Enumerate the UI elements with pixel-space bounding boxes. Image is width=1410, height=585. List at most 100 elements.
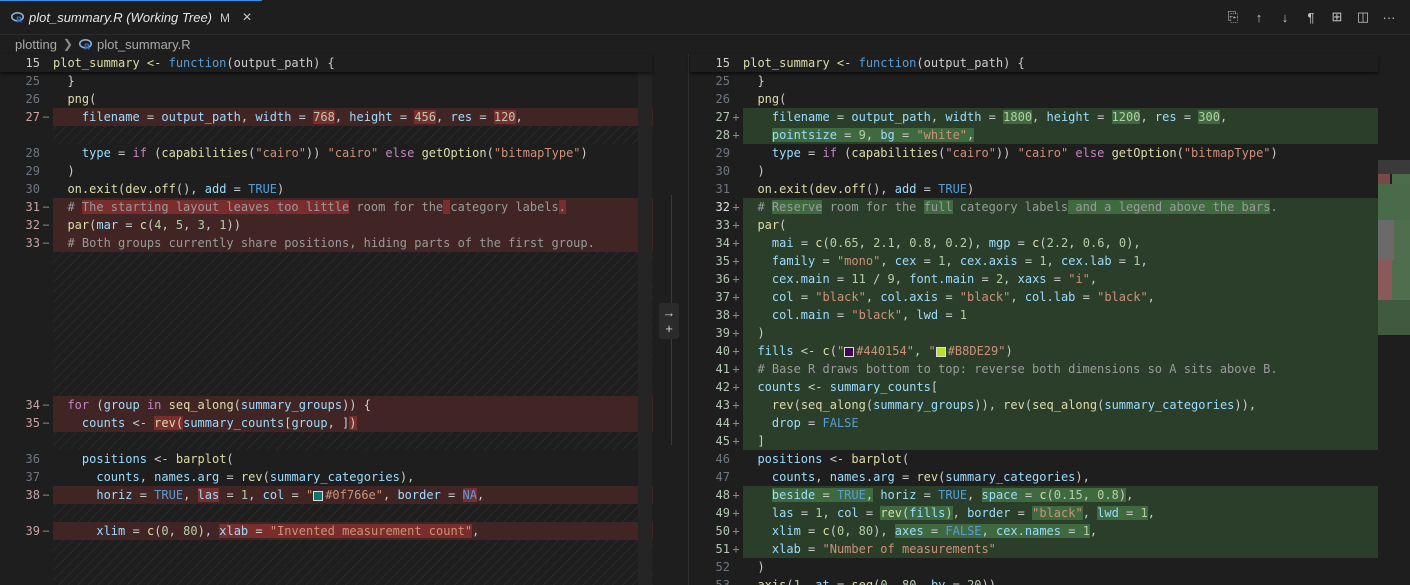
code-line[interactable]: 38− horiz = TRUE, las = 1, col = " #0f766… xyxy=(0,486,660,504)
code-line[interactable]: 32 + # Reserve room for the full category… xyxy=(690,198,1410,216)
code-line[interactable]: 28 + pointsize = 9, bg = "white", xyxy=(690,126,1410,144)
code-line[interactable]: 49 + las = 1, col = rev(fills), border = … xyxy=(690,504,1410,522)
code-line[interactable]: 43 + rev(seq_along(summary_groups)), rev(… xyxy=(690,396,1410,414)
code-text[interactable]: on.exit(dev.off(), add = TRUE) xyxy=(743,180,1378,198)
code-line[interactable]: 31 on.exit(dev.off(), add = TRUE) xyxy=(690,180,1410,198)
code-text[interactable]: # The starting layout leaves too little … xyxy=(53,198,653,216)
code-line[interactable]: 44 + drop = FALSE xyxy=(690,414,1410,432)
code-line[interactable]: 34− for (group in seq_along(summary_grou… xyxy=(0,396,660,414)
code-line[interactable]: 48 + beside = TRUE, horiz = TRUE, space =… xyxy=(690,486,1410,504)
code-text[interactable]: family = "mono", cex = 1, cex.axis = 1, … xyxy=(743,252,1378,270)
code-text[interactable]: } xyxy=(53,72,653,90)
code-line[interactable]: 33 + par( xyxy=(690,216,1410,234)
code-text[interactable]: axis(1, at = seq(0, 80, by = 20)) xyxy=(743,576,1378,585)
code-text[interactable]: counts, names.arg = rev(summary_categori… xyxy=(53,468,653,486)
code-text[interactable]: xlab = "Number of measurements" xyxy=(743,540,1378,558)
code-text[interactable]: type = if (capabilities("cairo")) "cairo… xyxy=(53,144,653,162)
code-line[interactable]: 50 + xlim = c(0, 80), axes = FALSE, cex.n… xyxy=(690,522,1410,540)
code-text[interactable]: pointsize = 9, bg = "white", xyxy=(743,126,1378,144)
code-text[interactable]: col = "black", col.axis = "black", col.l… xyxy=(743,288,1378,306)
code-line[interactable]: 37 + col = "black", col.axis = "black", c… xyxy=(690,288,1410,306)
code-text[interactable]: las = 1, col = rev(fills), border = "bla… xyxy=(743,504,1378,522)
code-text[interactable]: filename = output_path, width = 1800, he… xyxy=(743,108,1378,126)
code-line[interactable]: 53 axis(1, at = seq(0, 80, by = 20)) xyxy=(690,576,1410,585)
code-line[interactable]: 47 counts, names.arg = rev(summary_categ… xyxy=(690,468,1410,486)
code-text[interactable]: rev(seq_along(summary_groups)), rev(seq_… xyxy=(743,396,1378,414)
code-text[interactable]: counts, names.arg = rev(summary_categori… xyxy=(743,468,1378,486)
breadcrumb-file[interactable]: plot_summary.R xyxy=(97,37,191,52)
code-line[interactable]: 40 + fills <- c(" #440154", " #B8DE29") xyxy=(690,342,1410,360)
code-line[interactable]: 36 + cex.main = 11 / 9, font.main = 2, xa… xyxy=(690,270,1410,288)
plus-icon[interactable]: + xyxy=(665,321,673,337)
code-line[interactable]: 35− counts <- rev(summary_counts[group, … xyxy=(0,414,660,432)
code-line[interactable]: 29 ) xyxy=(0,162,660,180)
code-text[interactable]: xlim = c(0, 80), axes = FALSE, cex.names… xyxy=(743,522,1378,540)
code-text[interactable]: par(mar = c(4, 5, 3, 1)) xyxy=(53,216,653,234)
inline-view-icon[interactable]: ⊞ xyxy=(1326,6,1348,28)
code-text[interactable]: par( xyxy=(743,216,1378,234)
code-line[interactable]: 46 positions <- barplot( xyxy=(690,450,1410,468)
code-line[interactable]: 51 + xlab = "Number of measurements" xyxy=(690,540,1410,558)
previous-change-icon[interactable]: ↑ xyxy=(1248,6,1270,28)
code-line[interactable]: 42 + counts <- summary_counts[ xyxy=(690,378,1410,396)
code-line[interactable]: 37 counts, names.arg = rev(summary_categ… xyxy=(0,468,660,486)
code-line[interactable]: 35 + family = "mono", cex = 1, cex.axis =… xyxy=(690,252,1410,270)
code-line[interactable]: 30 ) xyxy=(690,162,1410,180)
arrow-right-icon[interactable]: → xyxy=(663,305,676,321)
code-text[interactable]: mai = c(0.65, 2.1, 0.8, 0.2), mgp = c(2.… xyxy=(743,234,1378,252)
sticky-scroll-left[interactable]: 15 plot_summary <- function(output_path)… xyxy=(0,54,652,72)
more-actions-icon[interactable]: ··· xyxy=(1378,6,1400,28)
code-text[interactable]: positions <- barplot( xyxy=(53,450,653,468)
code-line[interactable]: 33− # Both groups currently share positi… xyxy=(0,234,660,252)
code-line[interactable]: 36 positions <- barplot( xyxy=(0,450,660,468)
sticky-scroll-right[interactable]: 15 plot_summary <- function(output_path)… xyxy=(690,54,1378,72)
code-text[interactable]: png( xyxy=(743,90,1378,108)
code-line[interactable]: 25 } xyxy=(0,72,660,90)
code-text[interactable]: drop = FALSE xyxy=(743,414,1378,432)
next-change-icon[interactable]: ↓ xyxy=(1274,6,1296,28)
code-text[interactable]: xlim = c(0, 80), xlab = "Invented measur… xyxy=(53,522,653,540)
open-changes-icon[interactable]: ⎘ xyxy=(1222,6,1244,28)
code-line[interactable]: 41 + # Base R draws bottom to top: revers… xyxy=(690,360,1410,378)
code-text[interactable]: png( xyxy=(53,90,653,108)
original-editor[interactable]: 25 } 26 png(27− filename = output_path, w… xyxy=(0,72,660,585)
left-scrollbar[interactable] xyxy=(638,54,652,585)
code-text[interactable]: fills <- c(" #440154", " #B8DE29") xyxy=(743,342,1378,360)
breadcrumb-folder[interactable]: plotting xyxy=(15,37,57,52)
code-line[interactable]: 26 png( xyxy=(690,90,1410,108)
code-text[interactable]: # Both groups currently share positions,… xyxy=(53,234,653,252)
code-line[interactable]: 25 } xyxy=(690,72,1410,90)
tab-plot-summary[interactable]: R plot_summary.R (Working Tree) M × xyxy=(0,0,262,34)
code-line[interactable]: 38 + col.main = "black", lwd = 1 xyxy=(690,306,1410,324)
code-text[interactable]: ) xyxy=(53,162,653,180)
code-line[interactable]: 39− xlim = c(0, 80), xlab = "Invented me… xyxy=(0,522,660,540)
code-line[interactable]: 28 type = if (capabilities("cairo")) "ca… xyxy=(0,144,660,162)
code-text[interactable]: ] xyxy=(743,432,1378,450)
code-text[interactable]: # Base R draws bottom to top: reverse bo… xyxy=(743,360,1378,378)
code-line[interactable]: 39 + ) xyxy=(690,324,1410,342)
code-text[interactable]: ) xyxy=(743,162,1378,180)
code-text[interactable]: cex.main = 11 / 9, font.main = 2, xaxs =… xyxy=(743,270,1378,288)
code-text[interactable]: filename = output_path, width = 768, hei… xyxy=(53,108,653,126)
code-line[interactable]: 27− filename = output_path, width = 768,… xyxy=(0,108,660,126)
code-text[interactable]: horiz = TRUE, las = 1, col = " #0f766e", … xyxy=(53,486,653,504)
code-line[interactable]: 27 + filename = output_path, width = 1800… xyxy=(690,108,1410,126)
code-line[interactable]: 26 png( xyxy=(0,90,660,108)
code-line[interactable]: 32− par(mar = c(4, 5, 3, 1)) xyxy=(0,216,660,234)
code-text[interactable]: for (group in seq_along(summary_groups))… xyxy=(53,396,653,414)
code-line[interactable]: 29 type = if (capabilities("cairo")) "ca… xyxy=(690,144,1410,162)
code-text[interactable]: on.exit(dev.off(), add = TRUE) xyxy=(53,180,653,198)
split-editor-icon[interactable]: ◫ xyxy=(1352,6,1374,28)
code-text[interactable]: col.main = "black", lwd = 1 xyxy=(743,306,1378,324)
code-text[interactable]: ) xyxy=(743,324,1378,342)
code-line[interactable]: 45 + ] xyxy=(690,432,1410,450)
modified-editor[interactable]: 25 } 26 png(27 + filename = output_path, w… xyxy=(690,72,1410,585)
code-text[interactable]: positions <- barplot( xyxy=(743,450,1378,468)
code-text[interactable]: counts <- rev(summary_counts[group, ]) xyxy=(53,414,653,432)
code-text[interactable]: # Reserve room for the full category lab… xyxy=(743,198,1378,216)
code-text[interactable]: type = if (capabilities("cairo")) "cairo… xyxy=(743,144,1378,162)
revert-change-button[interactable]: → + xyxy=(659,303,679,339)
code-text[interactable]: } xyxy=(743,72,1378,90)
code-text[interactable]: ) xyxy=(743,558,1378,576)
close-icon[interactable]: × xyxy=(239,9,255,27)
